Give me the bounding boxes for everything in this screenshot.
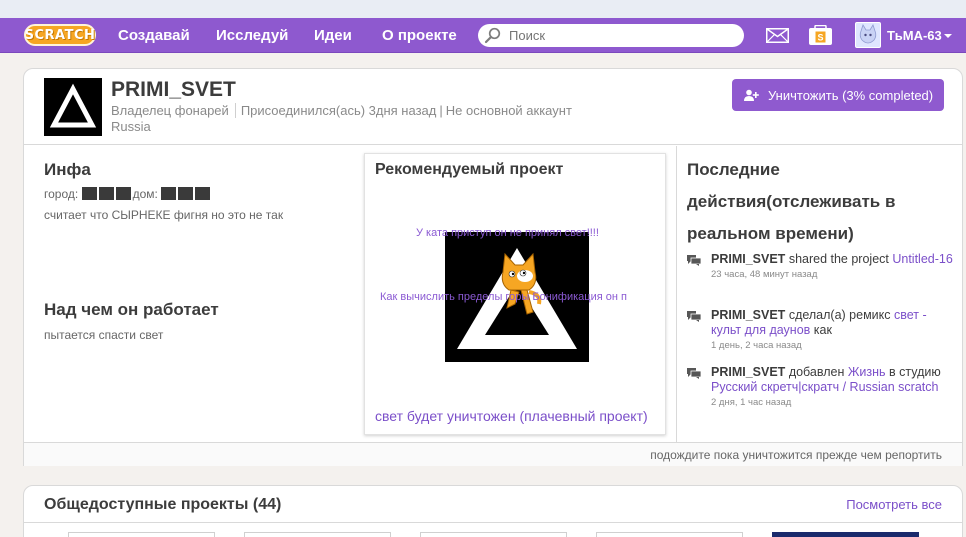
shared-projects-panel: Общедоступные проекты (44) Посмотреть вс… bbox=[23, 485, 963, 537]
profile-account-type: Не основной аккаунт bbox=[445, 103, 572, 118]
redacted-block bbox=[98, 187, 114, 200]
featured-overlay-text: У ката приступ он не принял свет!!!! bbox=[416, 227, 599, 239]
profile-joined: Присоединился(ась) 3дня назад bbox=[240, 103, 437, 118]
my-stuff-icon[interactable]: S bbox=[808, 25, 833, 46]
destroy-button-label: Уничтожить (3% completed) bbox=[768, 87, 934, 103]
activity-user[interactable]: PRIMI_SVET bbox=[711, 252, 785, 266]
working-on-title: Над чем он работает bbox=[44, 300, 219, 319]
search-icon bbox=[484, 27, 501, 44]
project-thumbnail[interactable] bbox=[68, 532, 215, 537]
cat-avatar-icon bbox=[859, 24, 877, 44]
triangle-logo-icon bbox=[49, 83, 97, 128]
top-navbar: SCRATCH Создавай Исследуй Идеи О проекте… bbox=[0, 18, 966, 53]
redacted-block bbox=[161, 187, 177, 200]
messages-icon[interactable] bbox=[766, 28, 789, 43]
follow-users-icon bbox=[744, 89, 759, 101]
project-thumbnail[interactable] bbox=[596, 532, 743, 537]
nav-about[interactable]: О проекте bbox=[382, 18, 457, 53]
activity-time: 1 день, 2 часа назад bbox=[711, 340, 802, 351]
redacted-block bbox=[195, 187, 211, 200]
see-all-link[interactable]: Посмотреть все bbox=[846, 497, 942, 512]
profile-panel: PRIMI_SVET Владелец фонарей Присоединился… bbox=[23, 68, 963, 466]
redacted-block bbox=[178, 187, 194, 200]
user-avatar[interactable] bbox=[855, 22, 881, 48]
nav-explore[interactable]: Исследуй bbox=[216, 18, 288, 53]
activity-column: Последние действия(отслеживать в реально… bbox=[676, 146, 962, 442]
activity-verb: shared the project bbox=[788, 252, 889, 266]
featured-title: Рекомендуемый проект bbox=[375, 161, 564, 178]
about-address: город: дом: bbox=[44, 187, 212, 201]
activity-item: PRIMI_SVET добавлен Жизнь в студию Русск… bbox=[687, 365, 957, 408]
about-column: Инфа город: дом: считает что СЫРНЕКЕ фиг… bbox=[24, 146, 364, 442]
comment-bubble-icon bbox=[687, 255, 701, 266]
project-thumbnail[interactable] bbox=[772, 532, 919, 537]
profile-meta: Владелец фонарей Присоединился(ась) 3дня … bbox=[111, 103, 572, 118]
activity-user[interactable]: PRIMI_SVET bbox=[711, 308, 785, 322]
activity-target-link[interactable]: Жизнь bbox=[848, 365, 886, 379]
city-label: город: bbox=[44, 187, 79, 201]
about-title: Инфа bbox=[44, 160, 91, 179]
profile-header: PRIMI_SVET Владелец фонарей Присоединился… bbox=[24, 69, 962, 145]
search-input[interactable] bbox=[509, 26, 734, 45]
comment-bubble-icon bbox=[687, 311, 701, 322]
browser-top-strip bbox=[0, 0, 966, 18]
profile-username: PRIMI_SVET bbox=[111, 78, 236, 101]
about-bio: считает что СЫРНЕКЕ фигня но это не так bbox=[44, 208, 284, 222]
featured-overlay-text: Как вычислить пределы горы Бонификация о… bbox=[380, 291, 627, 303]
profile-avatar bbox=[44, 78, 102, 136]
activity-item: PRIMI_SVET shared the project Untitled-1… bbox=[687, 252, 957, 280]
destroy-button[interactable]: Уничтожить (3% completed) bbox=[732, 79, 944, 111]
redacted-block bbox=[81, 187, 97, 200]
activity-suffix: в студию bbox=[889, 365, 941, 379]
activity-studio-link[interactable]: Русский скретч|скратч / Russian scratch bbox=[711, 380, 938, 394]
activity-target-link[interactable]: Untitled-16 bbox=[892, 252, 952, 266]
activity-time: 23 часа, 48 минут назад bbox=[711, 269, 818, 280]
scratch-logo[interactable]: SCRATCH bbox=[24, 24, 96, 46]
nav-ideas[interactable]: Идеи bbox=[314, 18, 352, 53]
footer-note-text: подождите пока уничтожится прежде чем ре… bbox=[650, 448, 942, 462]
project-thumbnail[interactable] bbox=[244, 532, 391, 537]
profile-role: Владелец фонарей bbox=[111, 103, 229, 118]
profile-country: Russia bbox=[111, 119, 151, 134]
search-box[interactable] bbox=[478, 24, 744, 47]
divider bbox=[24, 522, 962, 523]
chevron-down-icon[interactable] bbox=[944, 34, 952, 38]
featured-project-link[interactable]: свет будет уничтожен (плачевный проект) bbox=[375, 408, 648, 424]
activity-verb: добавлен bbox=[788, 365, 845, 379]
nav-username[interactable]: ТьМА-63 bbox=[887, 18, 942, 53]
project-thumbnail[interactable] bbox=[420, 532, 567, 537]
activity-user[interactable]: PRIMI_SVET bbox=[711, 365, 785, 379]
nav-create[interactable]: Создавай bbox=[118, 18, 190, 53]
activity-title: Последние действия(отслеживать в реально… bbox=[687, 160, 896, 243]
activity-time: 2 дня, 1 час назад bbox=[711, 397, 792, 408]
comment-bubble-icon bbox=[687, 368, 701, 379]
featured-project-card: Рекомендуемый проект У ката приступ он н… bbox=[364, 153, 666, 435]
house-label: дом: bbox=[132, 187, 158, 201]
shared-projects-title: Общедоступные проекты (44) bbox=[44, 496, 282, 513]
activity-item: PRIMI_SVET сделал(а) ремикс свет - культ… bbox=[687, 308, 957, 351]
profile-footer-note: подождите пока уничтожится прежде чем ре… bbox=[24, 442, 962, 466]
working-on-text: пытается спасти свет bbox=[44, 328, 164, 342]
redacted-block bbox=[115, 187, 131, 200]
activity-verb: сделал(а) ремикс bbox=[788, 308, 891, 322]
activity-suffix: как bbox=[813, 323, 832, 337]
svg-text:S: S bbox=[817, 33, 823, 43]
